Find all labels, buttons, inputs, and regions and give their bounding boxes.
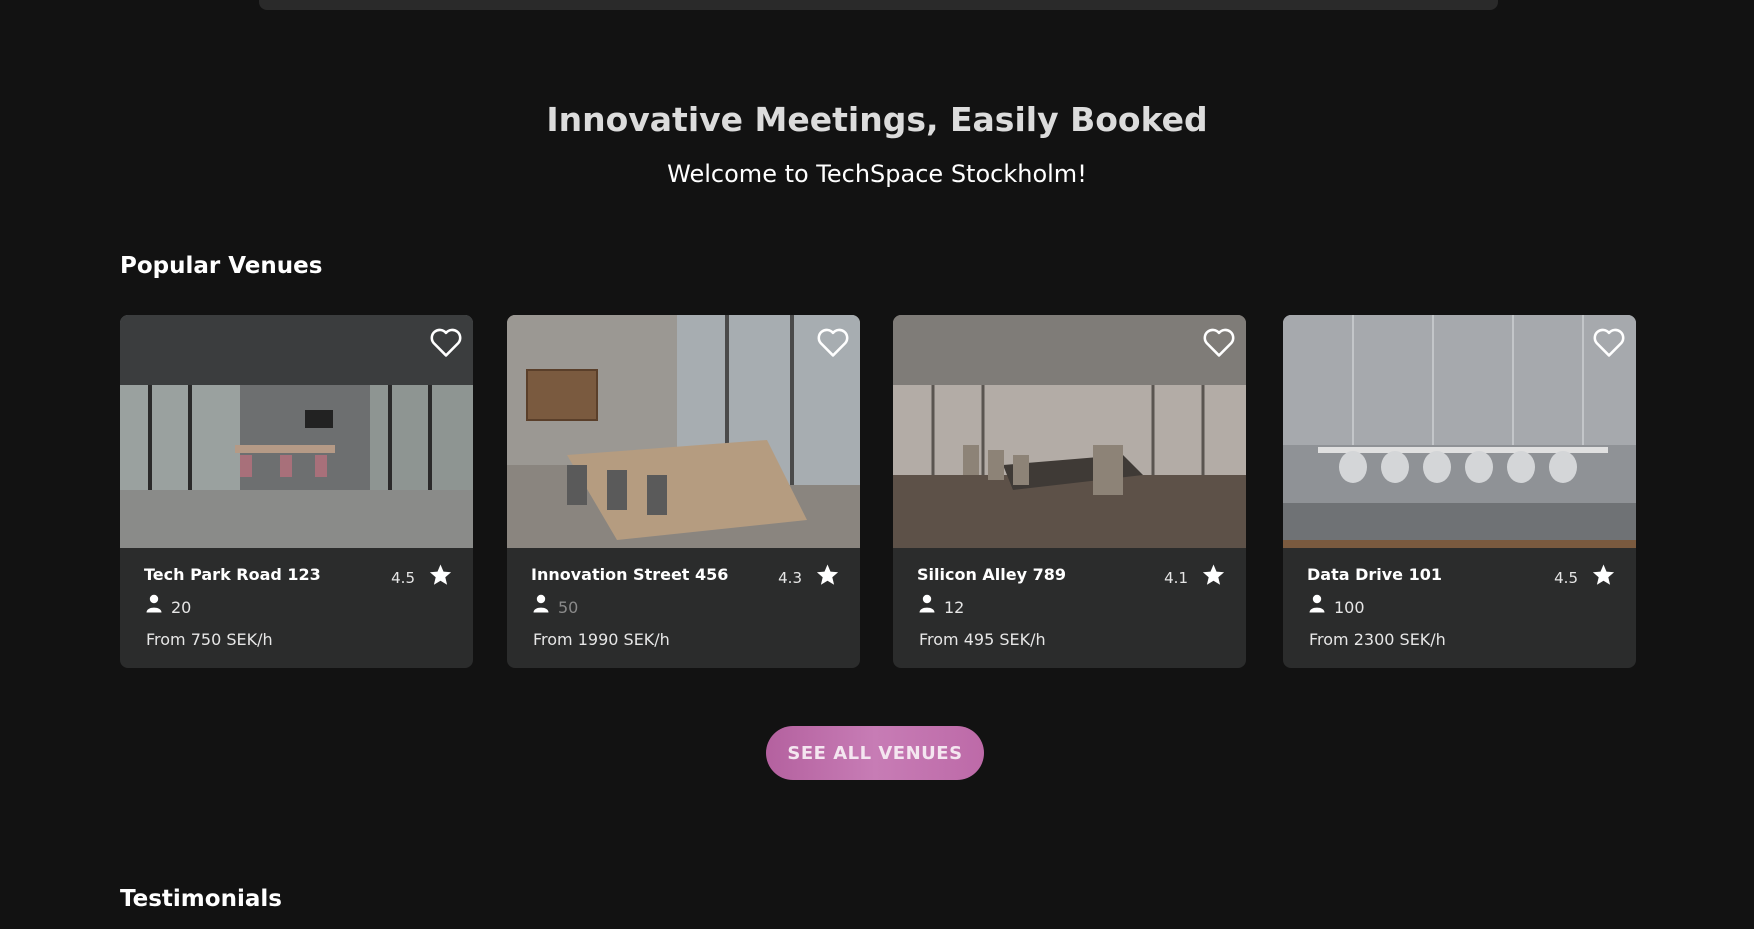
person-icon [1309,594,1325,613]
venue-photo [507,315,860,548]
venue-rating: 4.1 [1164,569,1188,587]
venue-card[interactable]: Silicon Alley 789 4.1 12 From 495 SEK/h [893,315,1246,668]
venue-photo [120,315,473,548]
star-icon [1202,564,1225,585]
star-icon [429,564,452,585]
venue-name: Tech Park Road 123 [144,565,321,584]
venue-card[interactable]: Data Drive 101 4.5 100 From 2300 SEK/h [1283,315,1636,668]
venue-name: Innovation Street 456 [531,565,729,584]
popular-venues-title: Popular Venues [120,253,323,279]
venue-capacity: 100 [1334,598,1365,617]
venue-capacity: 20 [171,598,192,617]
star-icon [1592,564,1615,585]
venue-price: From 750 SEK/h [146,630,273,649]
person-icon [533,594,549,613]
person-icon [919,594,935,613]
venue-info: Silicon Alley 789 4.1 12 From 495 SEK/h [893,548,1246,668]
venue-capacity: 50 [558,598,579,617]
venue-price: From 2300 SEK/h [1309,630,1446,649]
venue-rating: 4.3 [778,569,802,587]
venue-capacity: 12 [944,598,965,617]
star-icon [816,564,839,585]
venue-name: Data Drive 101 [1307,565,1442,584]
hero-title: Innovative Meetings, Easily Booked [546,100,1208,139]
top-nav-bar-edge [259,0,1498,10]
testimonials-title: Testimonials [120,886,282,912]
venue-info: Data Drive 101 4.5 100 From 2300 SEK/h [1283,548,1636,668]
favorite-heart-icon[interactable] [1202,326,1236,358]
favorite-heart-icon[interactable] [1592,326,1626,358]
venue-info: Tech Park Road 123 4.5 20 From 750 SEK/h [120,548,473,668]
venue-list: Tech Park Road 123 4.5 20 From 750 SEK/h [120,315,1636,668]
venue-price: From 495 SEK/h [919,630,1046,649]
venue-price: From 1990 SEK/h [533,630,670,649]
see-all-venues-button[interactable]: SEE ALL VENUES [766,726,984,780]
venue-rating: 4.5 [1554,569,1578,587]
page: Innovative Meetings, Easily Booked Welco… [0,0,1754,929]
venue-name: Silicon Alley 789 [917,565,1067,584]
person-icon [146,594,162,613]
favorite-heart-icon[interactable] [816,326,850,358]
favorite-heart-icon[interactable] [429,326,463,358]
hero-subtitle: Welcome to TechSpace Stockholm! [667,160,1087,188]
venue-photo [1283,315,1636,548]
venue-card[interactable]: Tech Park Road 123 4.5 20 From 750 SEK/h [120,315,473,668]
venue-rating: 4.5 [391,569,415,587]
venue-info: Innovation Street 456 4.3 50 From 1990 S… [507,548,860,668]
venue-card[interactable]: Innovation Street 456 4.3 50 From 1990 S… [507,315,860,668]
venue-photo [893,315,1246,548]
